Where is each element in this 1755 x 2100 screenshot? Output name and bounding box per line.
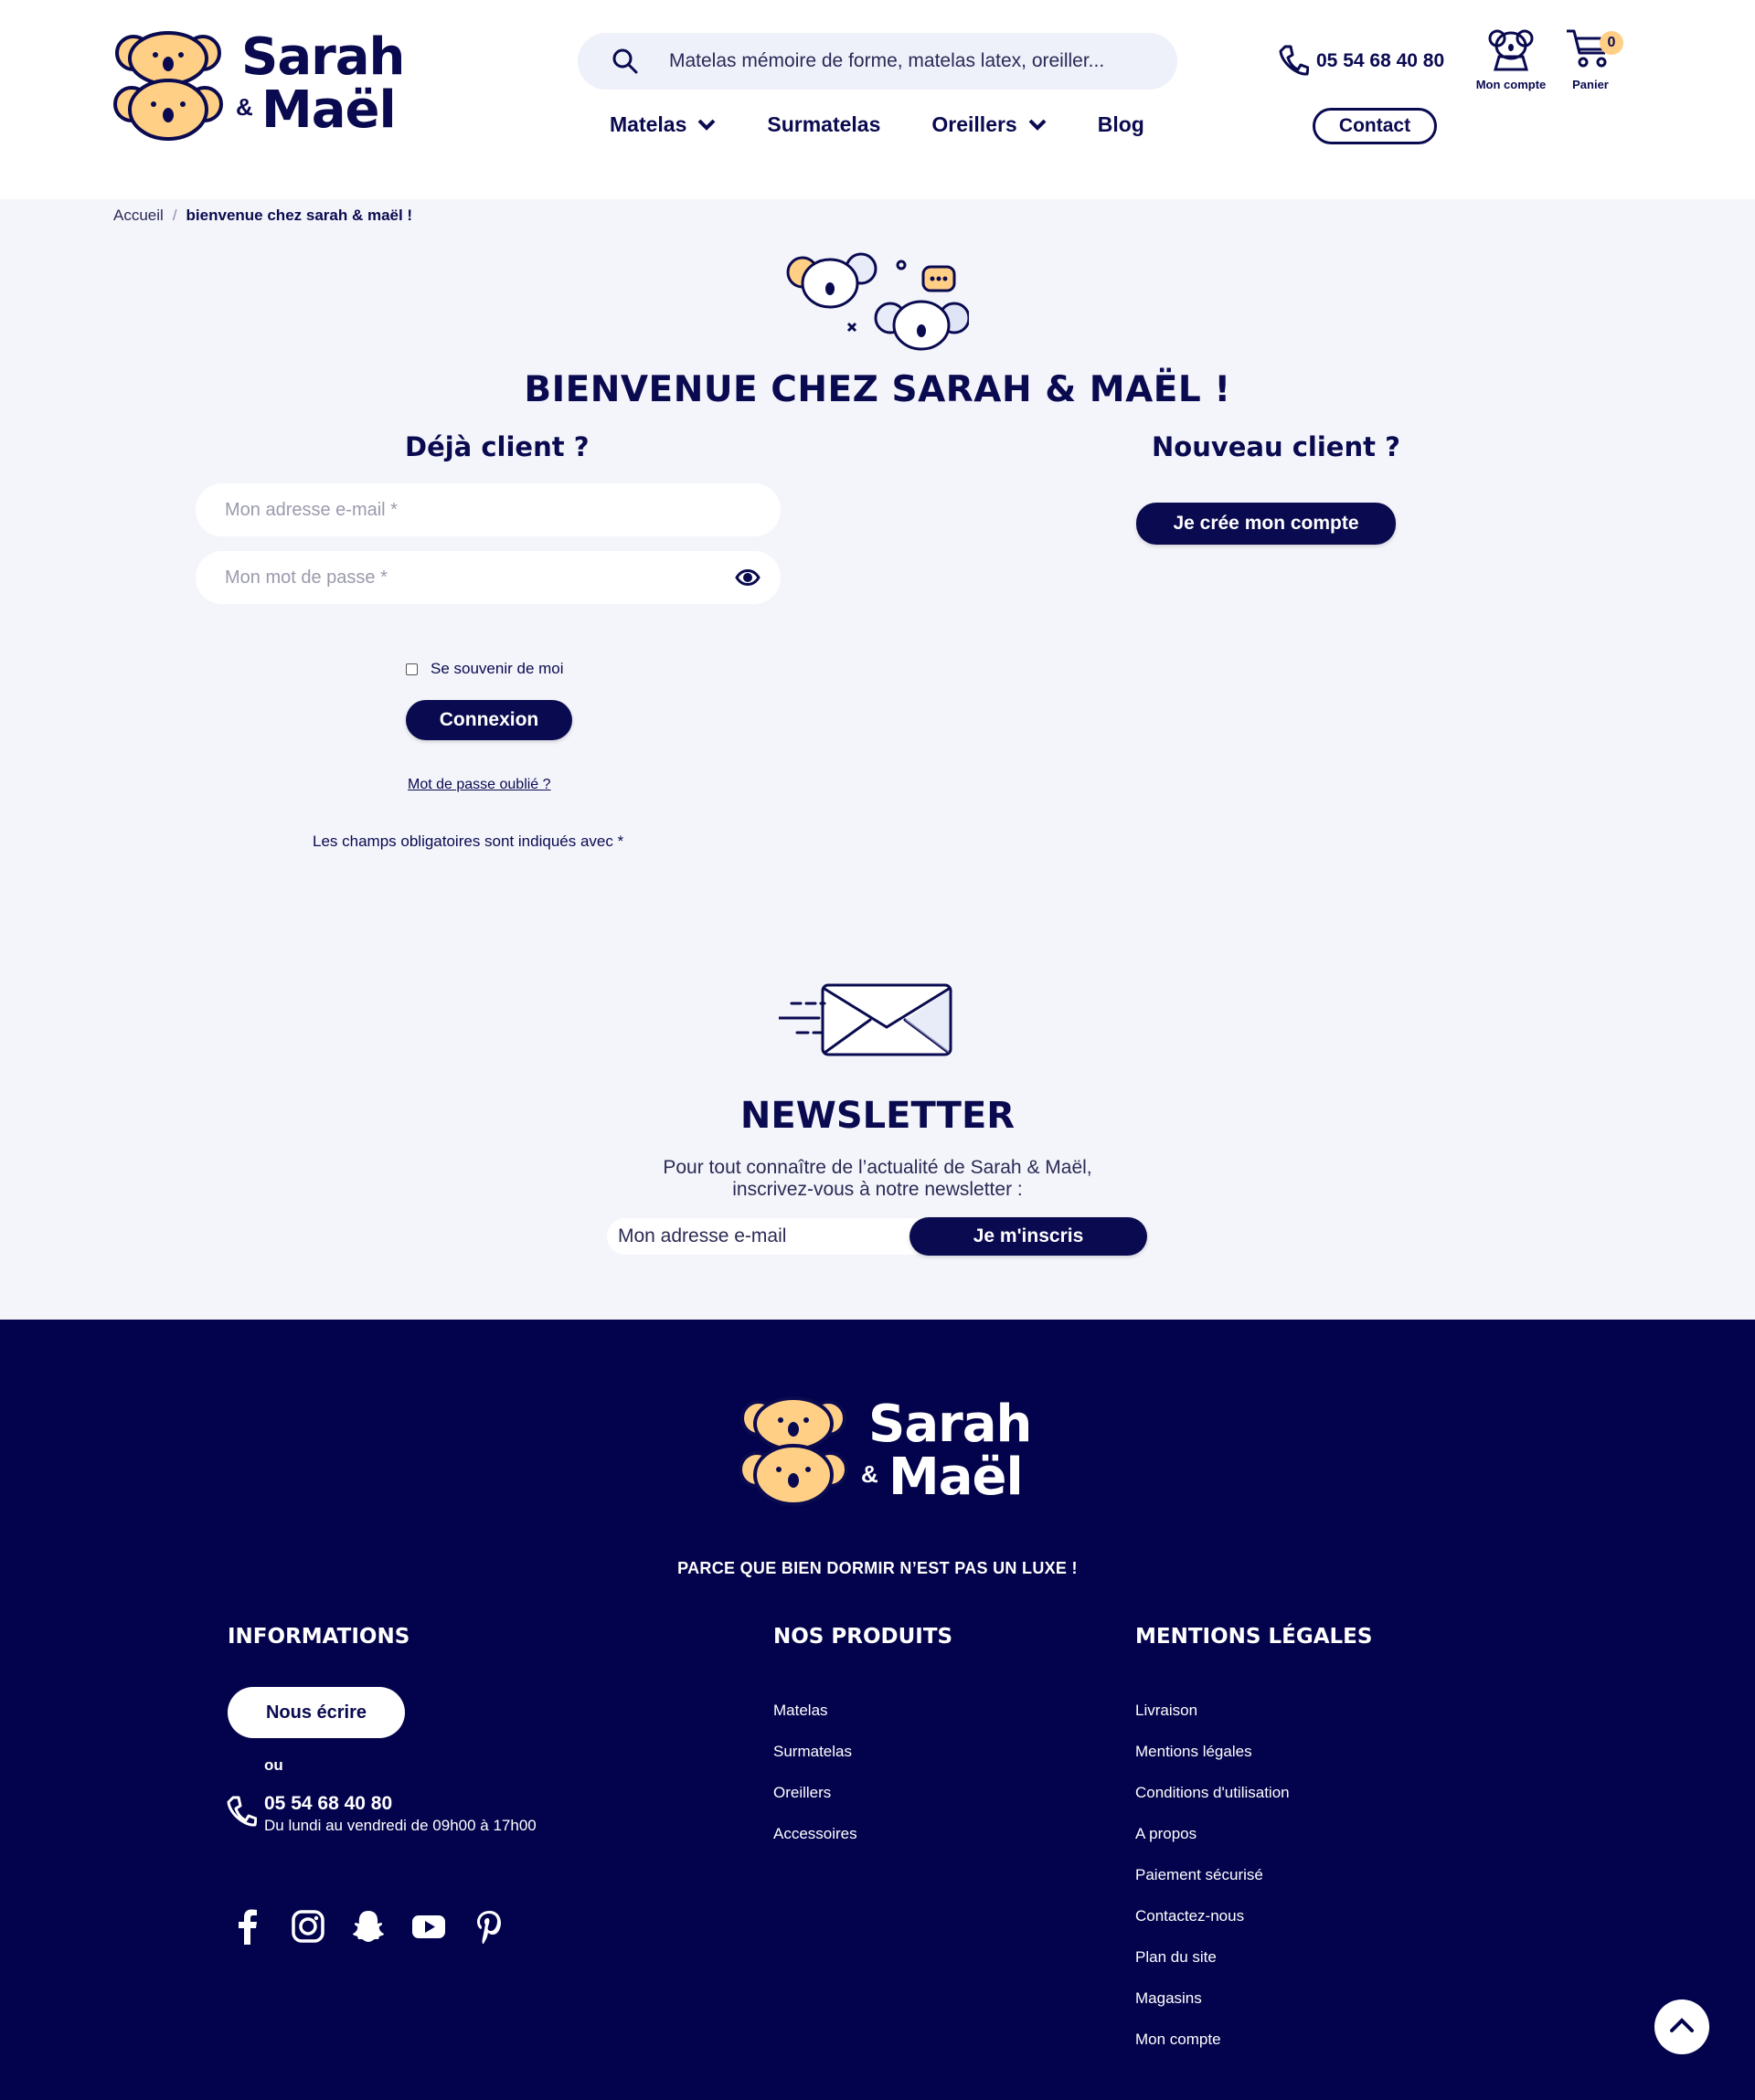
breadcrumb-current: bienvenue chez sarah & maël ! bbox=[186, 207, 413, 224]
cart-link[interactable]: 0 Panier bbox=[1565, 27, 1623, 91]
site-header: Sarah Maël & Matelas Surmatelas Oreiller… bbox=[0, 0, 1755, 199]
footer-link[interactable]: Magasins bbox=[1135, 1989, 1290, 2031]
breadcrumb-separator: / bbox=[172, 207, 177, 224]
snapchat-icon[interactable] bbox=[351, 1908, 386, 1945]
chevron-up-icon bbox=[1670, 2018, 1694, 2032]
footer-link[interactable]: Contactez-nous bbox=[1135, 1907, 1290, 1948]
nav-label: Blog bbox=[1097, 111, 1144, 136]
breadcrumb-home[interactable]: Accueil bbox=[113, 207, 164, 225]
create-account-button[interactable]: Je crée mon compte bbox=[1136, 503, 1396, 545]
footer-link[interactable]: A propos bbox=[1135, 1825, 1290, 1866]
remember-checkbox[interactable] bbox=[406, 663, 418, 675]
email-input[interactable] bbox=[225, 483, 737, 536]
youtube-icon[interactable] bbox=[411, 1908, 446, 1945]
nav-item-blog[interactable]: Blog bbox=[1098, 106, 1144, 143]
site-logo[interactable]: Sarah Maël & bbox=[113, 26, 405, 144]
newsletter-email-field bbox=[607, 1218, 918, 1255]
forgot-password-link[interactable]: Mot de passe oublié ? bbox=[408, 777, 551, 793]
footer-phone-number[interactable]: 05 54 68 40 80 bbox=[264, 1793, 392, 1815]
facebook-icon[interactable] bbox=[230, 1908, 265, 1945]
pinterest-icon[interactable] bbox=[472, 1908, 506, 1945]
login-button[interactable]: Connexion bbox=[406, 700, 572, 740]
main-nav: Matelas Surmatelas Oreillers Blog bbox=[610, 106, 1144, 143]
nav-item-oreillers[interactable]: Oreillers bbox=[931, 106, 1047, 143]
footer-link[interactable]: Mentions légales bbox=[1135, 1743, 1290, 1784]
cart-label: Panier bbox=[1572, 78, 1609, 91]
koala-account-icon bbox=[1488, 29, 1534, 71]
phone-icon bbox=[227, 1796, 257, 1827]
newsletter-title: NEWSLETTER bbox=[739, 1095, 1016, 1137]
contact-button[interactable]: Contact bbox=[1313, 108, 1437, 144]
existing-client-title: Déjà client ? bbox=[405, 431, 590, 462]
footer-link[interactable]: Surmatelas bbox=[773, 1743, 857, 1784]
nav-label: Surmatelas bbox=[767, 111, 881, 136]
or-label: ou bbox=[264, 1756, 283, 1774]
footer-link[interactable]: Plan du site bbox=[1135, 1948, 1290, 1989]
newsletter-subscribe-button[interactable]: Je m'inscris bbox=[909, 1217, 1147, 1256]
footer-logo-ampersand: & bbox=[861, 1460, 878, 1488]
new-client-title: Nouveau client ? bbox=[1152, 431, 1400, 462]
write-us-button[interactable]: Nous écrire bbox=[228, 1687, 405, 1738]
footer-hours: Du lundi au vendredi de 09h00 à 17h00 bbox=[264, 1817, 537, 1834]
nav-item-matelas[interactable]: Matelas bbox=[610, 106, 716, 143]
header-phone[interactable]: 05 54 68 40 80 bbox=[1278, 44, 1444, 79]
remember-me: Se souvenir de moi bbox=[406, 660, 564, 678]
cart-count-badge: 0 bbox=[1600, 31, 1623, 55]
footer-products-list: Matelas Surmatelas Oreillers Accessoires bbox=[773, 1702, 857, 1866]
breadcrumb: Accueil / bienvenue chez sarah & maël ! bbox=[113, 207, 412, 225]
footer-link[interactable]: Oreillers bbox=[773, 1784, 857, 1825]
password-input[interactable] bbox=[225, 551, 737, 604]
scroll-to-top-button[interactable] bbox=[1654, 1999, 1709, 2054]
footer-link[interactable]: Matelas bbox=[773, 1702, 857, 1743]
search-bar bbox=[578, 33, 1177, 90]
password-field bbox=[196, 551, 781, 604]
search-input[interactable] bbox=[669, 33, 1154, 90]
social-links bbox=[230, 1908, 506, 1945]
chevron-down-icon bbox=[1028, 119, 1047, 131]
nav-label: Matelas bbox=[610, 111, 687, 136]
envelope-illustration bbox=[779, 983, 952, 1056]
footer-heading-legal: MENTIONS LÉGALES bbox=[1135, 1625, 1373, 1649]
instagram-icon[interactable] bbox=[291, 1908, 325, 1945]
mandatory-fields-note: Les champs obligatoires sont indiqués av… bbox=[313, 833, 624, 850]
account-link[interactable]: Mon compte bbox=[1468, 27, 1554, 91]
eye-icon[interactable] bbox=[735, 567, 760, 588]
email-field bbox=[196, 483, 781, 536]
logo-wordmark: Sarah Maël bbox=[241, 27, 405, 140]
footer-tagline: PARCE QUE BIEN DORMIR N’EST PAS UN LUXE … bbox=[677, 1559, 1078, 1577]
nav-item-surmatelas[interactable]: Surmatelas bbox=[767, 106, 880, 143]
footer-logo-wordmark: Sarah Maël bbox=[868, 1395, 1032, 1507]
footer-link[interactable]: Livraison bbox=[1135, 1702, 1290, 1743]
footer-heading-products: NOS PRODUITS bbox=[773, 1625, 953, 1649]
koala-logo-icon bbox=[739, 1396, 848, 1506]
footer-link[interactable]: Accessoires bbox=[773, 1825, 857, 1866]
site-footer: Sarah Maël & PARCE QUE BIEN DORMIR N’EST… bbox=[0, 1320, 1755, 2100]
remember-label: Se souvenir de moi bbox=[431, 660, 564, 677]
logo-ampersand: & bbox=[236, 93, 253, 121]
phone-number: 05 54 68 40 80 bbox=[1316, 50, 1445, 71]
footer-link[interactable]: Conditions d'utilisation bbox=[1135, 1784, 1290, 1825]
newsletter-text-line: inscrivez-vous à notre newsletter : bbox=[732, 1179, 1023, 1200]
chevron-down-icon bbox=[697, 119, 716, 131]
newsletter-text-line: Pour tout connaître de l’actualité de Sa… bbox=[663, 1157, 1092, 1178]
phone-icon bbox=[1279, 45, 1309, 76]
nav-label: Oreillers bbox=[931, 111, 1017, 136]
account-label: Mon compte bbox=[1475, 78, 1547, 91]
footer-heading-informations: INFORMATIONS bbox=[228, 1625, 410, 1649]
newsletter-email-input[interactable] bbox=[618, 1218, 910, 1255]
koala-logo-icon bbox=[113, 31, 223, 141]
page-title: BIENVENUE CHEZ SARAH & MAËL ! bbox=[524, 369, 1231, 410]
koalas-chat-illustration bbox=[786, 252, 969, 351]
footer-logo[interactable]: Sarah Maël & bbox=[739, 1391, 1032, 1513]
footer-link[interactable]: Paiement sécurisé bbox=[1135, 1866, 1290, 1907]
footer-link[interactable]: Mon compte bbox=[1135, 2031, 1290, 2072]
footer-legal-list: Livraison Mentions légales Conditions d'… bbox=[1135, 1702, 1290, 2072]
search-icon[interactable] bbox=[612, 48, 638, 74]
newsletter-description: Pour tout connaître de l’actualité de Sa… bbox=[603, 1157, 1152, 1201]
